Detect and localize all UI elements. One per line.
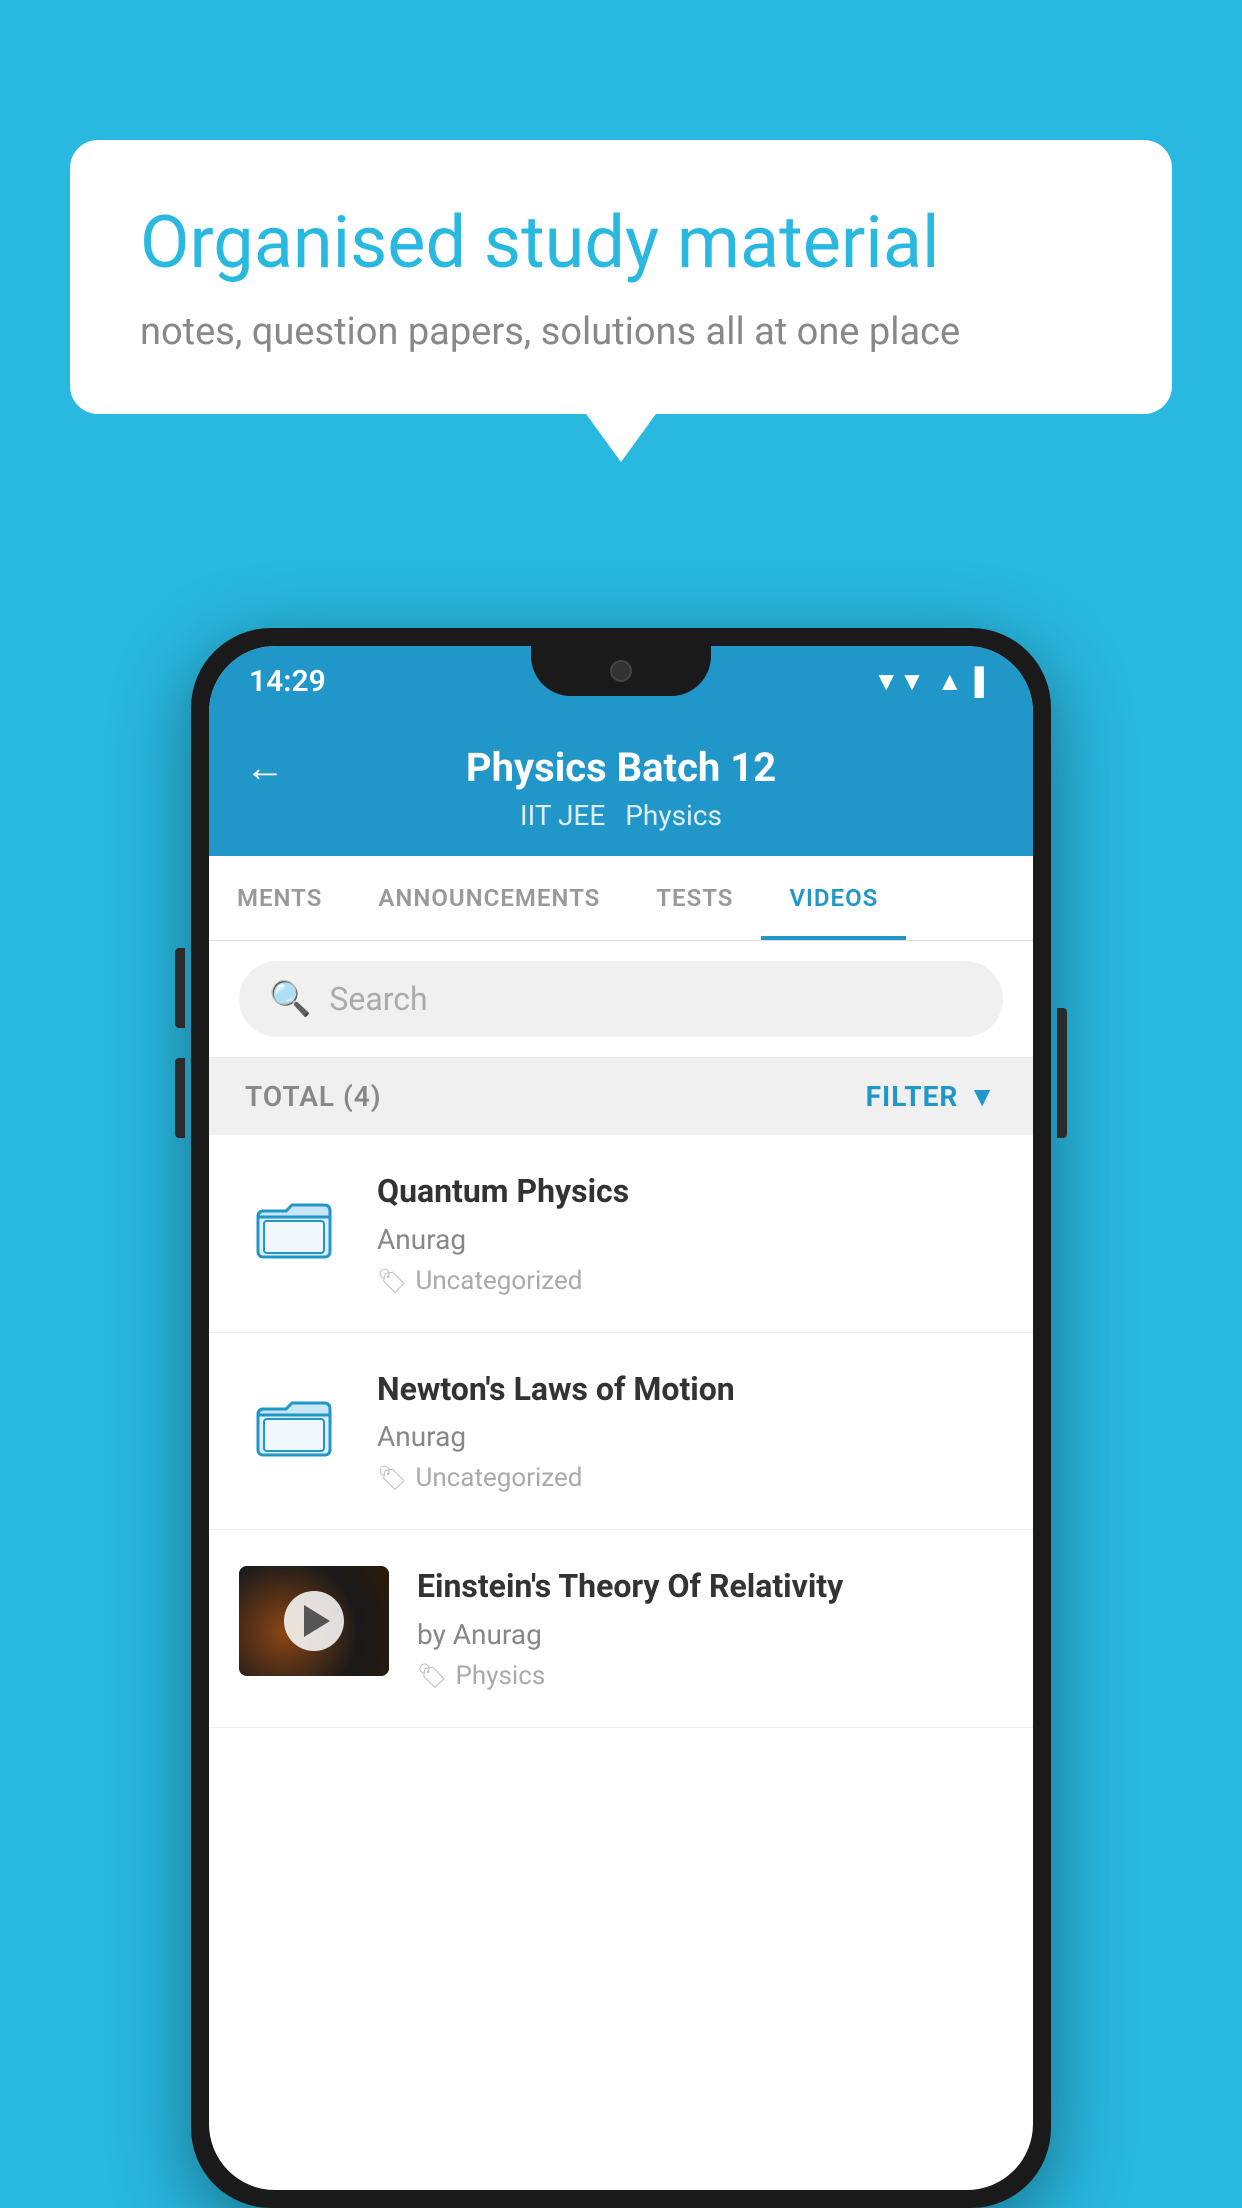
filter-button[interactable]: FILTER ▼ <box>866 1080 997 1113</box>
folder-icon-wrap <box>239 1171 349 1281</box>
search-container: 🔍 Search <box>209 941 1033 1058</box>
video-info: Einstein's Theory Of Relativity by Anura… <box>417 1566 1003 1691</box>
filter-label: FILTER <box>866 1080 959 1113</box>
tag-label: Uncategorized <box>415 1463 582 1493</box>
header-title: Physics Batch 12 <box>466 744 776 791</box>
folder-icon-wrap <box>239 1369 349 1479</box>
video-thumbnail[interactable] <box>239 1566 389 1676</box>
phone-container: 14:29 ▼▼ ▲ ▌ ← Physics Batch 12 IIT JEE <box>191 628 1051 2208</box>
video-author: Anurag <box>377 1223 1003 1256</box>
list-item[interactable]: Newton's Laws of Motion Anurag 🏷 Uncateg… <box>209 1333 1033 1531</box>
video-list: Quantum Physics Anurag 🏷 Uncategorized <box>209 1135 1033 1728</box>
tab-bar: MENTS ANNOUNCEMENTS TESTS VIDEOS <box>209 856 1033 941</box>
bubble-subtitle: notes, question papers, solutions all at… <box>140 310 1102 354</box>
folder-icon <box>254 1384 334 1464</box>
search-icon: 🔍 <box>269 979 311 1019</box>
tab-tests[interactable]: TESTS <box>628 856 761 940</box>
play-triangle-icon <box>304 1605 330 1637</box>
battery-icon: ▌ <box>975 666 993 697</box>
header-tag-physics: Physics <box>625 799 722 832</box>
volume-up-button[interactable] <box>175 948 185 1028</box>
status-icons: ▼▼ ▲ ▌ <box>873 666 993 697</box>
video-title: Newton's Laws of Motion <box>377 1369 1003 1411</box>
filter-icon: ▼ <box>968 1080 997 1113</box>
video-tag: 🏷 Uncategorized <box>377 1266 1003 1296</box>
status-time: 14:29 <box>249 664 326 699</box>
speech-bubble: Organised study material notes, question… <box>70 140 1172 414</box>
video-title: Einstein's Theory Of Relativity <box>417 1566 1003 1608</box>
screen-body: 🔍 Search TOTAL (4) FILTER ▼ <box>209 941 1033 2190</box>
notch <box>531 646 711 696</box>
phone-frame: 14:29 ▼▼ ▲ ▌ ← Physics Batch 12 IIT JEE <box>191 628 1051 2208</box>
app-header: ← Physics Batch 12 IIT JEE Physics <box>209 716 1033 856</box>
power-button[interactable] <box>1057 1008 1067 1138</box>
tab-videos[interactable]: VIDEOS <box>761 856 906 940</box>
phone-screen: 14:29 ▼▼ ▲ ▌ ← Physics Batch 12 IIT JEE <box>209 646 1033 2190</box>
volume-down-button[interactable] <box>175 1058 185 1138</box>
tag-label: Uncategorized <box>415 1266 582 1296</box>
header-tag-iitjee: IIT JEE <box>520 799 605 832</box>
tab-ments[interactable]: MENTS <box>209 856 350 940</box>
folder-icon <box>254 1186 334 1266</box>
video-tag: 🏷 Physics <box>417 1661 1003 1691</box>
wifi-icon: ▼▼ <box>873 666 924 697</box>
search-input[interactable]: Search <box>329 980 973 1018</box>
video-info: Quantum Physics Anurag 🏷 Uncategorized <box>377 1171 1003 1296</box>
signal-icon: ▲ <box>937 666 963 697</box>
search-box[interactable]: 🔍 Search <box>239 961 1003 1037</box>
tag-label: Physics <box>455 1661 545 1691</box>
header-tags: IIT JEE Physics <box>520 799 722 832</box>
play-button[interactable] <box>284 1591 344 1651</box>
speech-bubble-area: Organised study material notes, question… <box>70 140 1172 414</box>
video-info: Newton's Laws of Motion Anurag 🏷 Uncateg… <box>377 1369 1003 1494</box>
tag-icon: 🏷 <box>417 1662 447 1690</box>
video-author: Anurag <box>377 1420 1003 1453</box>
total-count-label: TOTAL (4) <box>245 1080 382 1113</box>
back-button[interactable]: ← <box>245 744 285 791</box>
tab-announcements[interactable]: ANNOUNCEMENTS <box>350 856 628 940</box>
tag-icon: 🏷 <box>377 1464 407 1492</box>
bubble-title: Organised study material <box>140 200 1102 286</box>
list-item[interactable]: Einstein's Theory Of Relativity by Anura… <box>209 1530 1033 1728</box>
tag-icon: 🏷 <box>377 1267 407 1295</box>
list-item[interactable]: Quantum Physics Anurag 🏷 Uncategorized <box>209 1135 1033 1333</box>
front-camera <box>610 660 632 682</box>
video-title: Quantum Physics <box>377 1171 1003 1213</box>
video-author: by Anurag <box>417 1618 1003 1651</box>
filter-bar: TOTAL (4) FILTER ▼ <box>209 1058 1033 1135</box>
video-tag: 🏷 Uncategorized <box>377 1463 1003 1493</box>
